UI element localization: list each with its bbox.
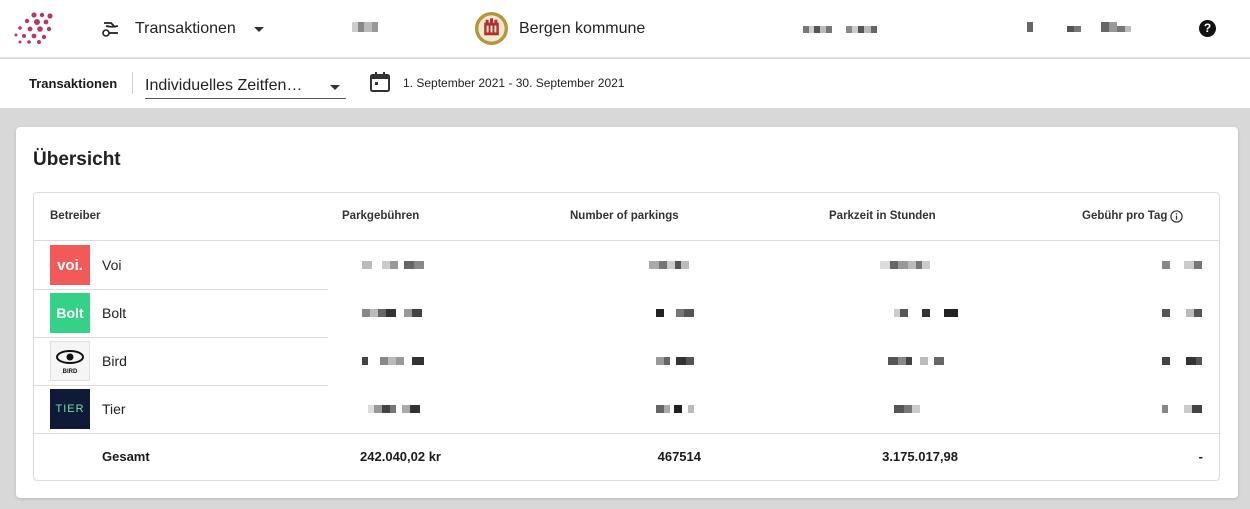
redacted-text [352, 22, 378, 32]
scooter-icon [102, 22, 119, 37]
redacted-text [1027, 22, 1131, 32]
redacted-value [1162, 261, 1202, 271]
redacted-text [803, 24, 877, 34]
redacted-value [888, 357, 944, 367]
calendar-icon[interactable] [369, 71, 391, 93]
city-name: Bergen kommune [519, 19, 646, 37]
tier-logo: TIER [50, 389, 90, 429]
bird-icon: BIRD [56, 350, 84, 375]
redacted-value [649, 261, 689, 271]
column-header-fees[interactable]: Parkgebühren [342, 210, 419, 222]
redacted-value [362, 261, 424, 271]
nav-transactions-menu[interactable]: Transaktionen [100, 12, 264, 46]
operator-name: Bird [102, 353, 127, 369]
card-title: Übersicht [33, 149, 121, 170]
redacted-value [1162, 357, 1202, 367]
info-icon[interactable] [1170, 210, 1183, 223]
bird-logo: BIRD [50, 341, 90, 381]
svg-text:BIRD: BIRD [63, 369, 78, 375]
table-row[interactable]: TIER Tier [34, 385, 1219, 433]
filter-title: Transaktionen [29, 76, 118, 91]
total-hours: 3.175.017,98 [882, 449, 958, 464]
nav-label: Transaktionen [135, 20, 236, 37]
operator-name: Tier [102, 401, 126, 417]
app-logo[interactable] [10, 11, 56, 45]
redacted-value [880, 261, 930, 271]
total-fees: 242.040,02 kr [360, 449, 441, 464]
totals-row: Gesamt 242.040,02 kr 467514 3.175.017,98… [34, 433, 1219, 481]
bolt-logo: Bolt [50, 293, 90, 333]
help-icon[interactable]: ? [1199, 20, 1216, 37]
redacted-value [656, 405, 694, 415]
city-selector[interactable]: Bergen kommune [474, 11, 645, 46]
total-parkings: 467514 [657, 449, 701, 464]
column-header-operator[interactable]: Betreiber [50, 210, 101, 222]
period-select-value: Individuelles Zeitfen… [145, 77, 303, 94]
redacted-value [656, 357, 694, 367]
table-row[interactable]: BIRD Bird [34, 337, 1219, 385]
redacted-value [368, 405, 420, 415]
operator-name: Bolt [102, 305, 127, 321]
redacted-value [656, 309, 694, 319]
column-header-hours[interactable]: Parkzeit in Stunden [829, 210, 936, 222]
column-header-parkings[interactable]: Number of parkings [570, 210, 679, 222]
table-row[interactable]: Bolt Bolt [34, 289, 1219, 337]
chevron-down-icon [330, 85, 340, 90]
total-fee-per-day: - [1198, 449, 1203, 464]
column-header-fee-per-day[interactable]: Gebühr pro Tag [1082, 210, 1167, 222]
voi-logo: voi. [50, 245, 90, 285]
totals-label: Gesamt [102, 449, 150, 464]
chevron-down-icon [253, 26, 264, 32]
filter-bar: Transaktionen Individuelles Zeitfen… 1. … [0, 59, 1250, 108]
operators-table: Betreiber Parkgebühren Number of parking… [33, 192, 1220, 481]
redacted-value [894, 405, 920, 415]
date-range-text: 1. September 2021 - 30. September 2021 [403, 76, 625, 90]
overview-card: Übersicht Betreiber Parkgebühren Number … [16, 127, 1238, 498]
table-row[interactable]: voi. Voi [34, 241, 1219, 289]
city-crest-logo [474, 11, 509, 46]
divider [132, 72, 133, 94]
redacted-value [1162, 309, 1202, 319]
redacted-value [894, 309, 958, 319]
operator-name: Voi [102, 257, 122, 273]
redacted-value [1162, 405, 1202, 415]
top-bar: Transaktionen Bergen kommune ? [0, 0, 1250, 58]
redacted-value [362, 309, 422, 319]
period-select[interactable]: Individuelles Zeitfen… [145, 71, 346, 99]
redacted-value [362, 357, 424, 367]
